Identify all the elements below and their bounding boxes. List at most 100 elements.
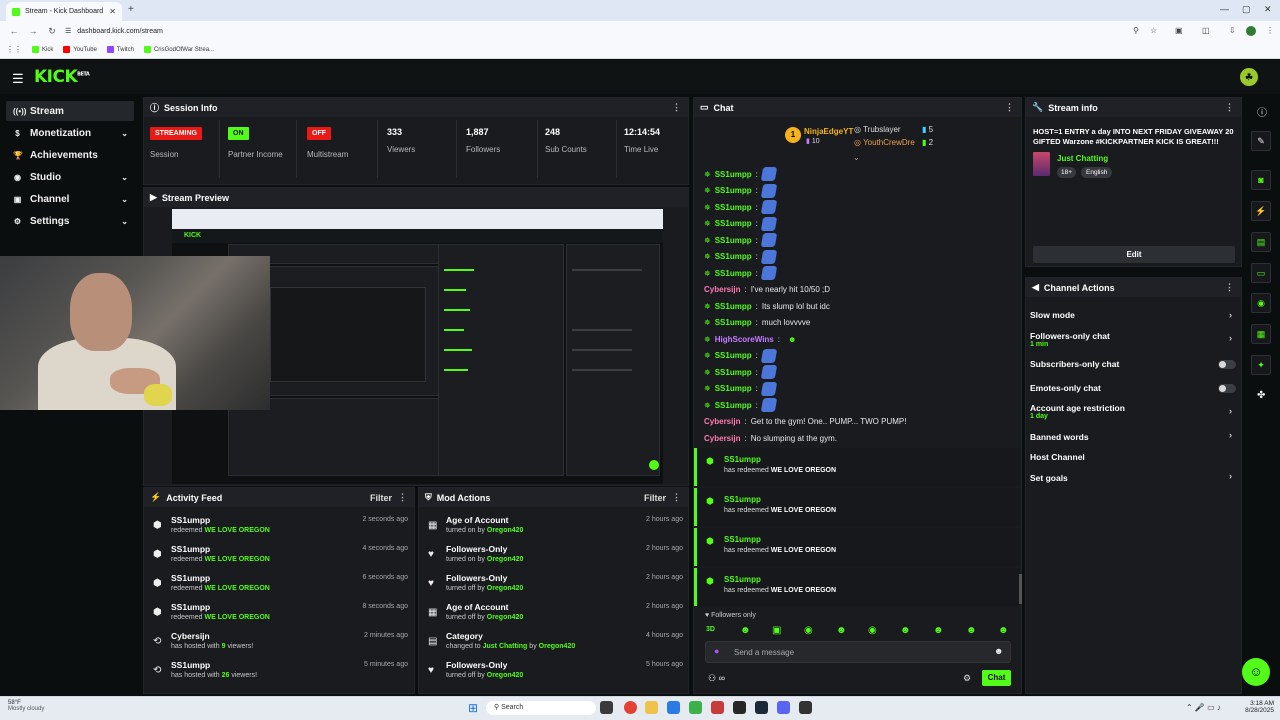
chevron-right-icon[interactable]: › [1229, 310, 1232, 320]
channel-action-banned-words[interactable]: Banned words [1030, 432, 1089, 442]
kick-logo[interactable]: KICKBETA [34, 67, 90, 87]
chat-settings-icon[interactable]: ⚙ [963, 673, 971, 684]
hamburger-menu-icon[interactable]: ☰ [12, 71, 24, 87]
chat-username[interactable]: SS1umpp [724, 495, 761, 504]
info-rail-icon[interactable]: ⓘ [1257, 104, 1267, 119]
sidebar-item-settings[interactable]: ⚙ Settings ⌄ [6, 211, 134, 231]
emoji-picker-icon[interactable]: ☻ [994, 646, 1003, 656]
emote-icon[interactable] [760, 233, 778, 247]
chat-username[interactable]: SS1umpp [724, 575, 761, 584]
emote-icon[interactable] [760, 249, 778, 264]
chat-username[interactable]: SS1umpp [715, 219, 752, 228]
chevron-right-icon[interactable]: › [1229, 430, 1232, 440]
chat-users-icon[interactable]: ⚇ ∞ [708, 673, 725, 684]
browser-menu-icon[interactable]: ⋮ [1266, 26, 1274, 35]
chat-username[interactable]: SS1umpp [715, 203, 752, 212]
emote-icon[interactable] [760, 348, 778, 363]
tag-chip[interactable]: 18+ [1057, 167, 1077, 178]
channel-action-account-age[interactable]: Account age restriction 1 day [1030, 403, 1125, 420]
app-taskbar-icon[interactable] [733, 701, 746, 714]
emote-icon[interactable] [760, 365, 778, 379]
expand-leaderboard-icon[interactable]: ⌄ [853, 153, 860, 162]
sidebar-item-stream[interactable]: ((•)) Stream [6, 101, 134, 121]
leaderboard-third[interactable]: ◎ YouthCrewDre [854, 138, 915, 147]
chevron-right-icon[interactable]: › [1229, 333, 1232, 343]
chevron-right-icon[interactable]: › [1229, 471, 1232, 481]
leaderboard-first[interactable]: NinjaEdgeYT [804, 127, 853, 136]
obs-taskbar-icon[interactable] [799, 701, 812, 714]
bookmark-star-icon[interactable]: ☆ [1150, 26, 1157, 35]
explorer-taskbar-icon[interactable] [645, 701, 658, 714]
sidebar-toggle-icon[interactable]: ◫ [1202, 26, 1210, 35]
chat-input-box[interactable]: ● Send a message ☻ [705, 641, 1011, 663]
tab-close-icon[interactable]: ✕ [109, 7, 116, 16]
apps-icon[interactable]: ⋮⋮ [6, 45, 22, 54]
browser-tab[interactable]: Stream - Kick Dashboard ✕ [6, 2, 122, 21]
emote-icon[interactable]: ☻ [966, 625, 977, 636]
kebab-menu-icon[interactable]: ⋮ [672, 102, 681, 113]
chat-username[interactable]: SS1umpp [715, 351, 752, 360]
address-field[interactable]: ☰ dashboard.kick.com/stream [65, 27, 163, 36]
forward-icon[interactable]: → [28, 26, 38, 36]
bookmark-kick[interactable]: Kick [32, 46, 53, 53]
emote-icon[interactable] [760, 381, 778, 396]
channel-action-host-channel[interactable]: Host Channel [1030, 452, 1085, 462]
chat-username[interactable]: Cybersijn [704, 434, 740, 443]
sidebar-item-achievements[interactable]: 🏆 Achievements [6, 145, 134, 165]
emote-icon[interactable]: ◉ [804, 625, 813, 636]
emote-icon[interactable] [760, 200, 778, 214]
chat-username[interactable]: SS1umpp [724, 455, 761, 464]
kebab-menu-icon[interactable]: ⋮ [1005, 102, 1014, 113]
channel-action-followers-only[interactable]: Followers-only chat 1 min [1030, 331, 1110, 348]
channel-action-subscribers-only[interactable]: Subscribers-only chat [1030, 359, 1119, 369]
emote-icon[interactable]: ▣ [772, 625, 781, 636]
emote-icon[interactable]: ☻ [740, 625, 751, 636]
wrench-rail-icon[interactable]: ✦ [1251, 355, 1271, 375]
minimize-icon[interactable]: — [1220, 4, 1229, 14]
emote-icon[interactable] [760, 398, 778, 412]
edit-rail-icon[interactable]: ✎ [1251, 131, 1271, 151]
emote-icon[interactable]: ☻ [998, 625, 1009, 636]
bookmark-twitch[interactable]: Twitch [106, 46, 134, 53]
back-icon[interactable]: ← [9, 26, 19, 36]
chat-username[interactable]: Cybersijn [704, 285, 740, 294]
tag-chip[interactable]: English [1081, 167, 1113, 178]
layout-rail-icon[interactable]: ▦ [1251, 324, 1271, 344]
channel-action-emotes-only[interactable]: Emotes-only chat [1030, 383, 1101, 393]
help-chat-button[interactable]: ☺ [1242, 658, 1270, 686]
chat-username[interactable]: SS1umpp [715, 269, 752, 278]
send-chat-button[interactable]: Chat [982, 670, 1011, 686]
taskbar-search-box[interactable]: ⚲ Search [486, 701, 596, 715]
filter-button[interactable]: Filter [370, 493, 392, 503]
user-avatar[interactable]: ☘ [1240, 68, 1258, 86]
steam-taskbar-icon[interactable] [755, 701, 768, 714]
chrome-taskbar-icon[interactable] [624, 701, 637, 714]
sidebar-item-studio[interactable]: ◉ Studio ⌄ [6, 167, 134, 187]
chat-rail-icon[interactable]: ▭ [1251, 263, 1271, 283]
profile-icon[interactable] [1246, 26, 1256, 36]
notes-rail-icon[interactable]: ▤ [1251, 232, 1271, 252]
sidebar-item-monetization[interactable]: $ Monetization ⌄ [6, 123, 134, 143]
discord-taskbar-icon[interactable] [777, 701, 790, 714]
chat-username[interactable]: SS1umpp [715, 186, 752, 195]
downloads-icon[interactable]: ⇩ [1229, 26, 1236, 35]
chat-username[interactable]: SS1umpp [715, 368, 752, 377]
reload-icon[interactable]: ↻ [47, 26, 57, 37]
kebab-menu-icon[interactable]: ⋮ [1225, 282, 1234, 293]
emote-icon[interactable]: ☻ [933, 625, 944, 636]
task-view-icon[interactable] [600, 701, 613, 714]
chat-username[interactable]: SS1umpp [715, 252, 752, 261]
zoom-icon[interactable]: ⚲ [1133, 26, 1139, 35]
kebab-menu-icon[interactable]: ⋮ [398, 492, 407, 503]
xbox-taskbar-icon[interactable] [689, 701, 702, 714]
chat-username[interactable]: SS1umpp [715, 236, 752, 245]
microphone-icon[interactable]: ● [714, 646, 719, 656]
filter-button[interactable]: Filter [644, 493, 666, 503]
emote-icon[interactable] [760, 266, 778, 280]
leaderboard-second[interactable]: ◎ Trubslayer [854, 125, 901, 134]
emote-icon[interactable]: ◉ [868, 625, 877, 636]
emote-icon[interactable] [760, 216, 778, 231]
channel-action-set-goals[interactable]: Set goals [1030, 473, 1068, 483]
weather-widget[interactable]: 58°F Mostly cloudy [8, 700, 44, 712]
chat-username[interactable]: SS1umpp [715, 170, 752, 179]
